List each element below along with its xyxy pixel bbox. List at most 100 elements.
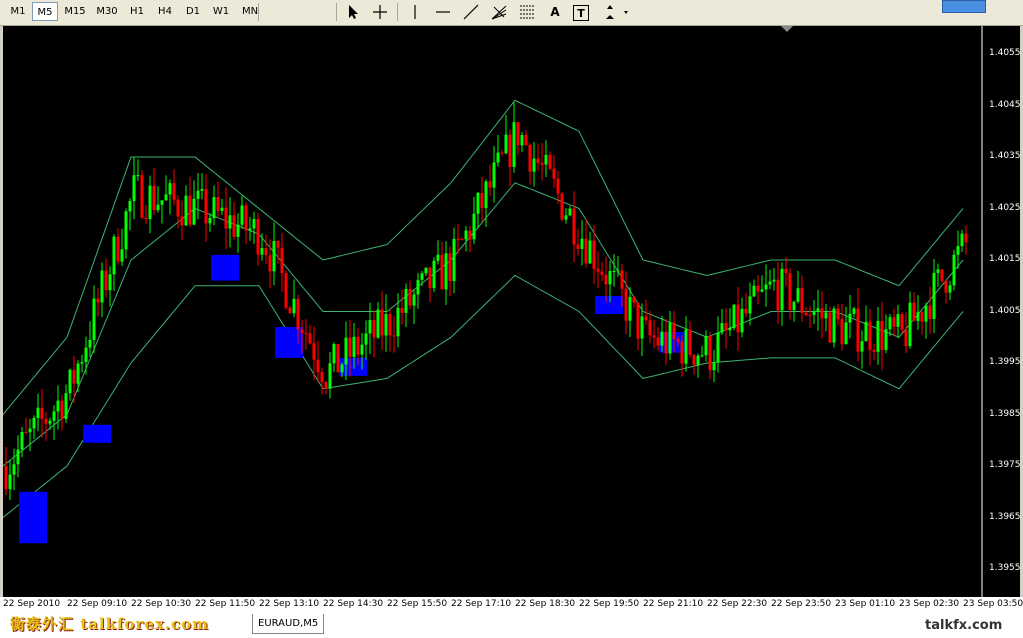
candle-up [360, 344, 364, 355]
cursor-icon[interactable] [343, 3, 363, 21]
timeframe-m30[interactable]: M30 [92, 2, 122, 21]
candle-up [852, 308, 856, 314]
candle-up [888, 317, 892, 330]
candle-up [772, 279, 776, 282]
candle-up [476, 192, 480, 214]
toolbar-separator [258, 3, 259, 21]
candle-up [364, 333, 368, 345]
candle-up [340, 364, 344, 373]
candle-up [532, 158, 536, 172]
candle-down [256, 219, 260, 255]
price-tick-label: 1.4025 [989, 202, 1021, 213]
time-tick-label: 22 Sep 11:50 [195, 599, 256, 609]
candle-down [692, 354, 696, 365]
text-label-icon[interactable]: T [573, 5, 589, 21]
candle-down [644, 316, 648, 321]
price-tick-label: 1.3965 [989, 511, 1021, 522]
candle-up [616, 270, 620, 272]
time-tick-label: 22 Sep 10:30 [131, 599, 192, 609]
candle-up [252, 219, 256, 229]
candle-up [8, 474, 12, 490]
candle-up [864, 321, 868, 342]
highlight-box [211, 254, 239, 281]
candle-up [248, 228, 252, 231]
candle-up [12, 464, 16, 475]
trendline-icon[interactable] [461, 3, 481, 21]
candle-down [500, 152, 504, 154]
candle-down [4, 466, 8, 490]
timeframe-m15[interactable]: M15 [60, 2, 90, 21]
timeframe-m5[interactable]: M5 [32, 2, 58, 21]
toolbar-separator [336, 3, 337, 21]
candle-up [328, 363, 332, 389]
candle-up [764, 284, 768, 290]
arrows-icon[interactable] [603, 3, 631, 21]
price-tick-label: 1.4045 [989, 99, 1021, 110]
candle-down [880, 320, 884, 350]
timeframe-mn[interactable]: MN [236, 2, 264, 21]
tab-euraud-m5[interactable]: EURAUD,M5 [252, 614, 325, 634]
candle-up [168, 183, 172, 195]
horizontal-line-icon[interactable] [433, 3, 453, 21]
candle-up [404, 289, 408, 313]
candle-down [808, 314, 812, 316]
candle-up [472, 213, 476, 240]
candle-down [448, 253, 452, 282]
candle-up [376, 309, 380, 338]
candle-up [368, 320, 372, 334]
fibonacci-fan-icon[interactable] [489, 3, 509, 21]
price-chart[interactable]: 1.4055 1.4045 1.4035 1.4025 1.4015 1.4005 1.39… [3, 26, 1021, 597]
candle-down [620, 270, 624, 289]
candle-up [420, 273, 424, 280]
candle-up [160, 200, 164, 205]
candle-down [904, 329, 908, 347]
candle-down [348, 337, 352, 357]
price-tick-label: 1.3975 [989, 460, 1021, 470]
candle-down [944, 280, 948, 293]
candle-down [804, 312, 808, 315]
time-tick-label: 22 Sep 09:10 [67, 599, 128, 609]
candle-up [436, 254, 440, 261]
candle-down [756, 285, 760, 292]
candle-up [568, 208, 572, 216]
crosshair-icon[interactable] [370, 3, 390, 21]
timeframe-h4[interactable]: H4 [152, 2, 178, 21]
candle-up [192, 198, 196, 225]
candle-down [540, 162, 544, 165]
candle-down [528, 145, 532, 172]
candle-down [856, 308, 860, 352]
candle-down [840, 319, 844, 345]
time-tick-label: 22 Sep 17:10 [451, 599, 512, 609]
candle-up [236, 224, 240, 237]
candle-down [116, 236, 120, 262]
candle-down [44, 418, 48, 424]
candle-up [816, 308, 820, 312]
candle-up [564, 215, 568, 220]
candle-down [928, 305, 932, 319]
candle-up [148, 185, 152, 220]
band-middle [3, 182, 964, 467]
candle-up [732, 304, 736, 329]
timeframe-d1[interactable]: D1 [180, 2, 206, 21]
fibonacci-retracement-icon[interactable] [517, 3, 537, 21]
candle-up [896, 314, 900, 327]
candle-up [228, 215, 232, 229]
chart-canvas [3, 26, 983, 597]
candle-down [872, 349, 876, 352]
candle-down [380, 309, 384, 336]
highlight-box [83, 424, 111, 443]
candle-down [244, 205, 248, 231]
candle-down [600, 271, 604, 275]
candle-up [812, 311, 816, 315]
vertical-line-icon[interactable] [405, 3, 425, 21]
candle-up [344, 337, 348, 365]
candle-up [272, 241, 276, 272]
text-icon[interactable]: A [545, 3, 565, 21]
candle-down [648, 320, 652, 336]
timeframe-h1[interactable]: H1 [124, 2, 150, 21]
candle-down [308, 333, 312, 344]
candle-up [908, 302, 912, 347]
timeframe-w1[interactable]: W1 [208, 2, 234, 21]
candle-down [428, 267, 432, 288]
timeframe-m1[interactable]: M1 [6, 2, 30, 21]
